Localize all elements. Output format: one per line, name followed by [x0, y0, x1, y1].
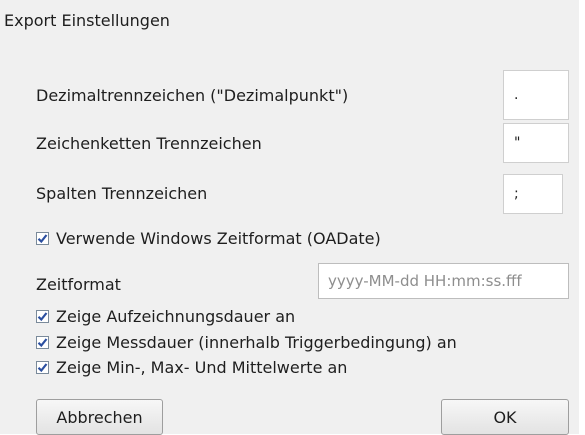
min-max-mean-row[interactable]: Zeige Min-, Max- Und Mittelwerte an	[36, 358, 347, 377]
column-separator-input[interactable]: ;	[503, 174, 563, 214]
checkmark-icon	[37, 363, 48, 373]
windows-time-format-row[interactable]: Verwende Windows Zeitformat (OADate)	[36, 229, 381, 248]
time-format-label: Zeitformat	[36, 275, 121, 294]
recording-duration-label: Zeige Aufzeichnungsdauer an	[56, 307, 296, 326]
min-max-mean-label: Zeige Min-, Max- Und Mittelwerte an	[56, 358, 348, 377]
checkmark-icon	[37, 338, 48, 348]
string-separator-input[interactable]: "	[503, 123, 569, 163]
string-separator-label: Zeichenketten Trennzeichen	[36, 134, 262, 153]
ok-button[interactable]: OK	[441, 399, 569, 435]
time-format-input[interactable]: yyyy-MM-dd HH:mm:ss.fff	[318, 263, 569, 299]
windows-time-format-checkbox[interactable]	[36, 232, 49, 245]
recording-duration-checkbox[interactable]	[36, 310, 49, 323]
recording-duration-row[interactable]: Zeige Aufzeichnungsdauer an	[36, 307, 295, 326]
measurement-duration-checkbox[interactable]	[36, 336, 49, 349]
dialog-title: Export Einstellungen	[4, 11, 170, 30]
min-max-mean-checkbox[interactable]	[36, 361, 49, 374]
measurement-duration-row[interactable]: Zeige Messdauer (innerhalb Triggerbeding…	[36, 333, 457, 352]
export-settings-dialog: Export Einstellungen Dezimaltrennzeichen…	[0, 0, 585, 435]
decimal-separator-input[interactable]: .	[503, 70, 569, 120]
window-edge	[579, 0, 585, 434]
checkmark-icon	[37, 234, 48, 244]
decimal-separator-label: Dezimaltrennzeichen ("Dezimalpunkt")	[36, 86, 349, 105]
column-separator-label: Spalten Trennzeichen	[36, 184, 208, 203]
cancel-button[interactable]: Abbrechen	[36, 399, 163, 435]
windows-time-format-label: Verwende Windows Zeitformat (OADate)	[56, 229, 381, 248]
checkmark-icon	[37, 312, 48, 322]
measurement-duration-label: Zeige Messdauer (innerhalb Triggerbeding…	[56, 333, 457, 352]
